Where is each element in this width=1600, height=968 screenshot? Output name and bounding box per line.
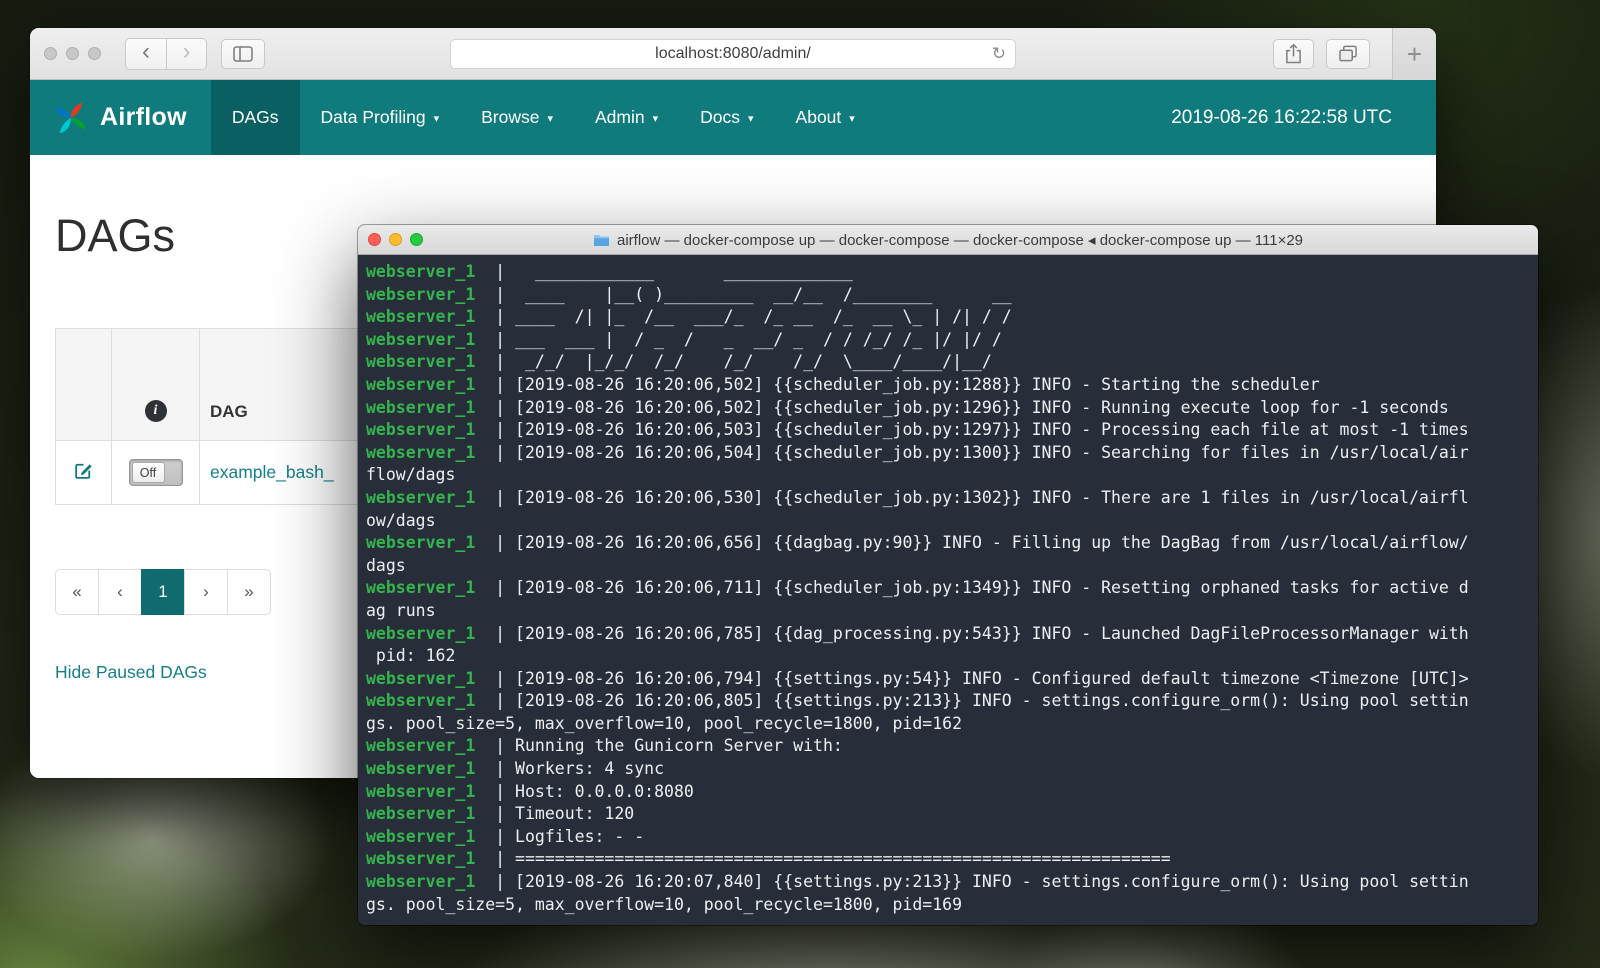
brand-name: Airflow: [100, 103, 187, 132]
pagination-last[interactable]: »: [227, 569, 271, 615]
nav-item-label: About: [796, 107, 842, 128]
history-nav-group: ‹ ›: [125, 38, 207, 70]
terminal-line: webserver_1 | [2019-08-26 16:20:06,711] …: [366, 577, 1530, 600]
nav-item-label: Data Profiling: [321, 107, 426, 128]
back-icon: ‹: [142, 40, 150, 64]
terminal-line: pid: 162: [366, 645, 1530, 668]
nav-item-admin[interactable]: Admin ▾: [574, 80, 679, 155]
dag-link[interactable]: example_bash_: [210, 462, 334, 482]
pagination-previous[interactable]: ‹: [98, 569, 142, 615]
terminal-line: webserver_1 | [2019-08-26 16:20:06,503] …: [366, 419, 1530, 442]
share-button[interactable]: [1273, 39, 1314, 69]
nav-item-label: Docs: [700, 107, 740, 128]
chevron-down-icon: ▾: [434, 112, 440, 125]
pagination-first[interactable]: «: [55, 569, 99, 615]
terminal-line: gs. pool_size=5, max_overflow=10, pool_r…: [366, 894, 1530, 917]
terminal-line: webserver_1 | Timeout: 120: [366, 803, 1530, 826]
table-header-info: i: [112, 329, 200, 441]
nav-item-data-profiling[interactable]: Data Profiling ▾: [300, 80, 461, 155]
close-button[interactable]: [368, 233, 381, 246]
terminal-line: webserver_1 | ____ |__( )_________ __/__…: [366, 284, 1530, 307]
navbar-clock: 2019-08-26 16:22:58 UTC: [1171, 80, 1436, 155]
airflow-navbar: Airflow DAGs Data Profiling ▾ Browse ▾ Admin ▾…: [30, 80, 1436, 155]
terminal-title: airflow — docker-compose up — docker-com…: [358, 225, 1538, 254]
zoom-button[interactable]: [410, 233, 423, 246]
nav-item-label: DAGs: [232, 107, 279, 128]
reload-icon[interactable]: ↻: [992, 44, 1006, 64]
chevron-down-icon: ▾: [547, 112, 553, 125]
airflow-brand[interactable]: Airflow: [52, 80, 187, 155]
terminal-window-controls: [368, 233, 423, 246]
forward-icon: ›: [183, 40, 191, 64]
dag-pause-toggle[interactable]: Off: [129, 459, 183, 486]
terminal-line: webserver_1 | [2019-08-26 16:20:06,805] …: [366, 690, 1530, 713]
browser-toolbar: ‹ › localhost:8080/admin/ ↻: [30, 28, 1436, 80]
terminal-window: airflow — docker-compose up — docker-com…: [358, 225, 1538, 925]
terminal-line: webserver_1 | [2019-08-26 16:20:06,530] …: [366, 487, 1530, 510]
url-text: localhost:8080/admin/: [655, 45, 811, 63]
terminal-line: webserver_1 | ___ ___ | / _ / _ __/ _ / …: [366, 329, 1530, 352]
terminal-title-text: airflow — docker-compose up — docker-com…: [617, 231, 1303, 249]
minimize-button[interactable]: [389, 233, 402, 246]
pagination-next[interactable]: ›: [184, 569, 228, 615]
terminal-line: webserver_1 | ____________ _____________: [366, 261, 1530, 284]
chevron-down-icon: ▾: [653, 112, 659, 125]
folder-icon: [593, 233, 610, 247]
navbar-menu: DAGsData Profiling▾Browse▾Admin▾Docs▾Abo…: [211, 80, 876, 155]
terminal-line: webserver_1 | [2019-08-26 16:20:06,502] …: [366, 374, 1530, 397]
address-bar[interactable]: localhost:8080/admin/ ↻: [450, 39, 1016, 69]
terminal-line: webserver_1 | ____ /| |_ /__ ___/_ /_ __…: [366, 306, 1530, 329]
terminal-line: webserver_1 | [2019-08-26 16:20:06,794] …: [366, 668, 1530, 691]
back-button[interactable]: ‹: [126, 39, 166, 69]
edit-icon[interactable]: [73, 460, 94, 481]
new-tab-button[interactable]: +: [1392, 28, 1436, 80]
terminal-line: ow/dags: [366, 510, 1530, 533]
chevron-down-icon: ▾: [748, 112, 754, 125]
minimize-button[interactable]: [66, 47, 79, 60]
show-tabs-button[interactable]: [1326, 39, 1370, 69]
close-button[interactable]: [44, 47, 57, 60]
browser-window-controls: [44, 47, 101, 60]
terminal-line: ag runs: [366, 600, 1530, 623]
terminal-line: webserver_1 | [2019-08-26 16:20:07,840] …: [366, 871, 1530, 894]
table-header-empty: [56, 329, 112, 441]
share-icon: [1285, 43, 1302, 64]
nav-item-docs[interactable]: Docs ▾: [679, 80, 774, 155]
terminal-line: flow/dags: [366, 464, 1530, 487]
pagination: «‹1›»: [55, 569, 271, 615]
terminal-line: webserver_1 | Running the Gunicorn Serve…: [366, 735, 1530, 758]
terminal-line: webserver_1 | ==========================…: [366, 848, 1530, 871]
plus-icon: +: [1407, 39, 1422, 70]
terminal-line: webserver_1 | _/_/ |_/_/ /_/ /_/ /_/ \__…: [366, 351, 1530, 374]
terminal-line: webserver_1 | [2019-08-26 16:20:06,504] …: [366, 442, 1530, 465]
pagination-page-1[interactable]: 1: [141, 569, 185, 615]
zoom-button[interactable]: [88, 47, 101, 60]
toggle-label: Off: [132, 462, 165, 483]
nav-item-dags[interactable]: DAGs: [211, 80, 300, 155]
nav-item-label: Admin: [595, 107, 645, 128]
toolbar-right-group: [1273, 39, 1370, 69]
terminal-line: dags: [366, 555, 1530, 578]
terminal-line: webserver_1 | [2019-08-26 16:20:06,502] …: [366, 397, 1530, 420]
terminal-line: webserver_1 | [2019-08-26 16:20:06,785] …: [366, 623, 1530, 646]
forward-button[interactable]: ›: [166, 39, 206, 69]
info-icon[interactable]: i: [145, 400, 167, 422]
nav-item-about[interactable]: About ▾: [775, 80, 876, 155]
nav-item-browse[interactable]: Browse ▾: [460, 80, 574, 155]
terminal-line: webserver_1 | [2019-08-26 16:20:06,656] …: [366, 532, 1530, 555]
sidebar-icon: [233, 46, 253, 62]
chevron-down-icon: ▾: [849, 112, 855, 125]
terminal-output[interactable]: webserver_1 | ____________ _____________…: [358, 255, 1538, 922]
terminal-line: webserver_1 | Host: 0.0.0.0:8080: [366, 781, 1530, 804]
terminal-line: gs. pool_size=5, max_overflow=10, pool_r…: [366, 713, 1530, 736]
airflow-logo-icon: [52, 99, 90, 137]
terminal-titlebar[interactable]: airflow — docker-compose up — docker-com…: [358, 225, 1538, 255]
sidebar-button[interactable]: [221, 39, 265, 69]
terminal-line: webserver_1 | Logfiles: - -: [366, 826, 1530, 849]
terminal-line: webserver_1 | Workers: 4 sync: [366, 758, 1530, 781]
nav-item-label: Browse: [481, 107, 539, 128]
tabs-icon: [1338, 45, 1358, 62]
